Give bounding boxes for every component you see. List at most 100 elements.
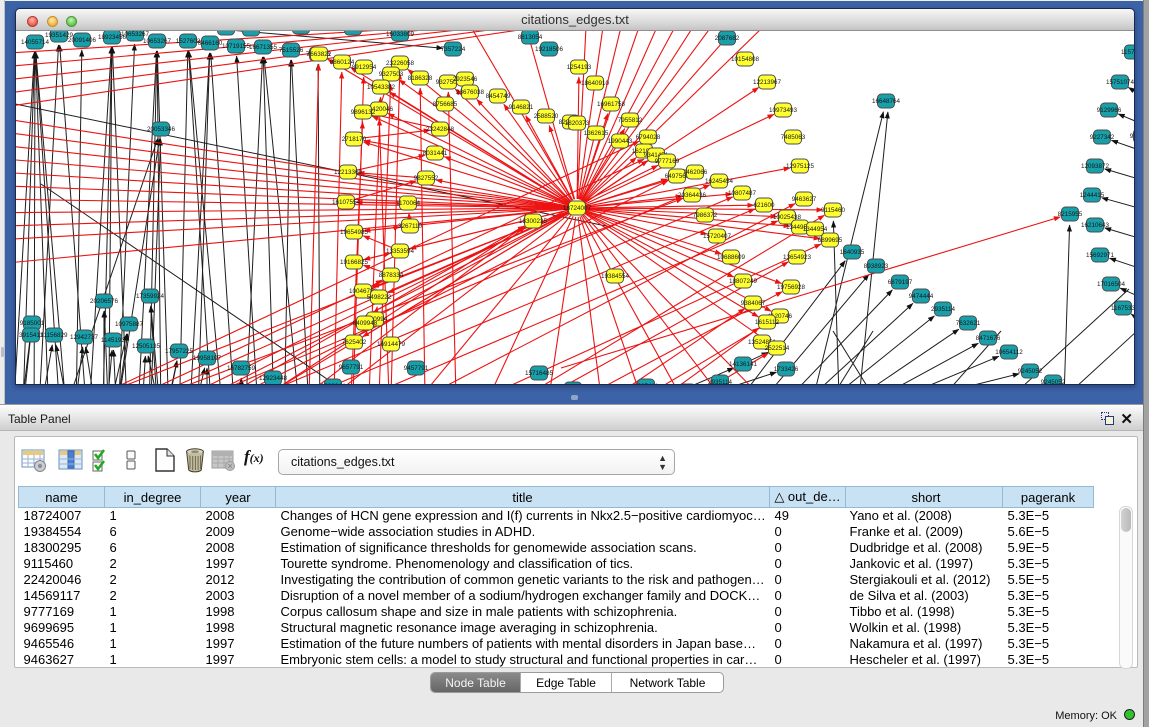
svg-text:7462066: 7462066 <box>683 169 708 176</box>
svg-text:621600: 621600 <box>753 202 775 209</box>
svg-text:20091406: 20091406 <box>68 37 97 44</box>
svg-text:2089713: 2089713 <box>214 31 239 32</box>
svg-text:7632621: 7632621 <box>956 320 981 327</box>
svg-text:1733426: 1733426 <box>774 366 799 373</box>
svg-text:12975125: 12975125 <box>786 163 815 170</box>
svg-text:16961758: 16961758 <box>597 101 626 108</box>
svg-text:9327503: 9327503 <box>379 71 404 78</box>
svg-text:9896132: 9896132 <box>351 109 376 116</box>
svg-text:8471676: 8471676 <box>976 335 1001 342</box>
svg-text:8813054: 8813054 <box>518 34 543 41</box>
svg-text:9185001: 9185001 <box>20 320 45 327</box>
svg-text:16671355: 16671355 <box>249 44 278 51</box>
svg-text:10975887: 10975887 <box>115 321 144 328</box>
svg-text:19166825: 19166825 <box>340 259 369 266</box>
svg-text:10807487: 10807487 <box>728 190 757 197</box>
svg-text:15751074: 15751074 <box>1106 79 1135 86</box>
svg-text:10154808: 10154808 <box>731 56 760 63</box>
svg-text:19958107: 19958107 <box>193 355 222 362</box>
svg-text:12093872: 12093872 <box>1081 163 1110 170</box>
svg-text:3267110: 3267110 <box>398 223 423 230</box>
svg-text:17957225: 17957225 <box>165 348 194 355</box>
svg-text:8409948: 8409948 <box>353 320 378 327</box>
svg-text:14055714: 14055714 <box>21 39 50 46</box>
svg-text:1292344: 1292344 <box>321 383 346 384</box>
svg-text:6899695: 6899695 <box>818 237 843 244</box>
svg-text:16107554: 16107554 <box>332 199 361 206</box>
svg-text:1167533: 1167533 <box>1111 305 1135 312</box>
svg-text:7625402: 7625402 <box>342 339 367 346</box>
svg-text:8756685: 8756685 <box>433 101 458 108</box>
svg-text:7485063: 7485063 <box>781 134 806 141</box>
svg-text:2935114: 2935114 <box>708 379 733 384</box>
svg-text:2588520: 2588520 <box>534 113 559 120</box>
svg-text:6879197: 6879197 <box>888 279 913 286</box>
svg-text:18923139: 18923139 <box>339 31 368 32</box>
svg-text:16210643: 16210643 <box>1081 222 1110 229</box>
svg-text:1065411: 1065411 <box>634 383 659 384</box>
svg-text:10543382: 10543382 <box>367 84 396 91</box>
svg-text:19756928: 19756928 <box>777 284 806 291</box>
svg-text:7515526: 7515526 <box>279 47 304 54</box>
svg-text:1157513: 1157513 <box>1121 49 1135 56</box>
svg-text:10654112: 10654112 <box>995 349 1023 356</box>
svg-text:5498222: 5498222 <box>367 294 392 301</box>
svg-text:15692971: 15692971 <box>1086 252 1115 259</box>
svg-text:16033809: 16033809 <box>386 31 415 38</box>
svg-text:10719155: 10719155 <box>222 43 251 50</box>
svg-text:23226058: 23226058 <box>386 60 415 67</box>
svg-text:19384554: 19384554 <box>601 273 630 280</box>
svg-text:9227342: 9227342 <box>1090 134 1115 141</box>
svg-text:9463627: 9463627 <box>792 196 817 203</box>
svg-text:23242848: 23242848 <box>426 126 455 133</box>
svg-text:18807249: 18807249 <box>729 278 758 285</box>
svg-text:19218506: 19218506 <box>535 46 564 53</box>
svg-text:20053346: 20053346 <box>147 126 176 133</box>
svg-text:12505135: 12505135 <box>132 343 161 350</box>
svg-text:1049319: 1049319 <box>239 31 264 33</box>
svg-text:1640935: 1640935 <box>840 249 865 256</box>
svg-text:15720407: 15720407 <box>703 233 732 240</box>
svg-text:11156829: 11156829 <box>40 332 68 339</box>
svg-text:18724007: 18724007 <box>563 205 592 212</box>
svg-text:16245454: 16245454 <box>705 178 734 185</box>
svg-text:13353594: 13353594 <box>386 248 415 255</box>
svg-text:7357224: 7357224 <box>441 46 466 53</box>
svg-text:15716485: 15716485 <box>525 370 554 377</box>
svg-text:1344954: 1344954 <box>803 226 828 233</box>
svg-text:14136141: 14136141 <box>729 361 758 368</box>
svg-text:1145193: 1145193 <box>101 337 126 344</box>
svg-text:6794028: 6794028 <box>636 134 661 141</box>
svg-text:9129966: 9129966 <box>1130 133 1135 140</box>
svg-text:17359924: 17359924 <box>136 293 165 300</box>
svg-text:8031441: 8031441 <box>423 150 448 157</box>
svg-text:9657791: 9657791 <box>339 364 364 371</box>
svg-text:10653267: 10653267 <box>121 31 150 38</box>
svg-text:1362615: 1362615 <box>584 130 609 137</box>
svg-text:1254193: 1254193 <box>567 64 592 71</box>
svg-text:12213369: 12213369 <box>334 169 363 176</box>
svg-text:1615112: 1615112 <box>755 319 780 326</box>
svg-text:8215955: 8215955 <box>1058 211 1083 218</box>
svg-text:10688609: 10688609 <box>717 254 746 261</box>
svg-text:9146821: 9146821 <box>509 104 534 111</box>
svg-text:9827552: 9827552 <box>414 175 439 182</box>
svg-text:18300235: 18300235 <box>519 218 548 225</box>
svg-text:18640910: 18640910 <box>581 80 610 87</box>
svg-text:9384067: 9384067 <box>741 300 766 307</box>
svg-text:12923448: 12923448 <box>259 375 288 382</box>
svg-text:20206576: 20206576 <box>90 298 119 305</box>
svg-text:2923546: 2923546 <box>453 76 478 83</box>
svg-text:16914479: 16914479 <box>377 341 406 348</box>
svg-text:2935114: 2935114 <box>931 306 956 313</box>
svg-text:9777169: 9777169 <box>655 158 680 165</box>
svg-text:9245052: 9245052 <box>1041 379 1066 384</box>
svg-text:9474444: 9474444 <box>909 293 934 300</box>
svg-text:8938923: 8938923 <box>864 263 889 270</box>
svg-text:7986372: 7986372 <box>693 212 718 219</box>
svg-text:19654985: 19654985 <box>340 229 369 236</box>
svg-text:12942737: 12942737 <box>70 334 99 341</box>
svg-text:8454749: 8454749 <box>486 93 511 100</box>
svg-text:1170064: 1170064 <box>396 200 421 207</box>
svg-text:7955812: 7955812 <box>618 117 643 124</box>
